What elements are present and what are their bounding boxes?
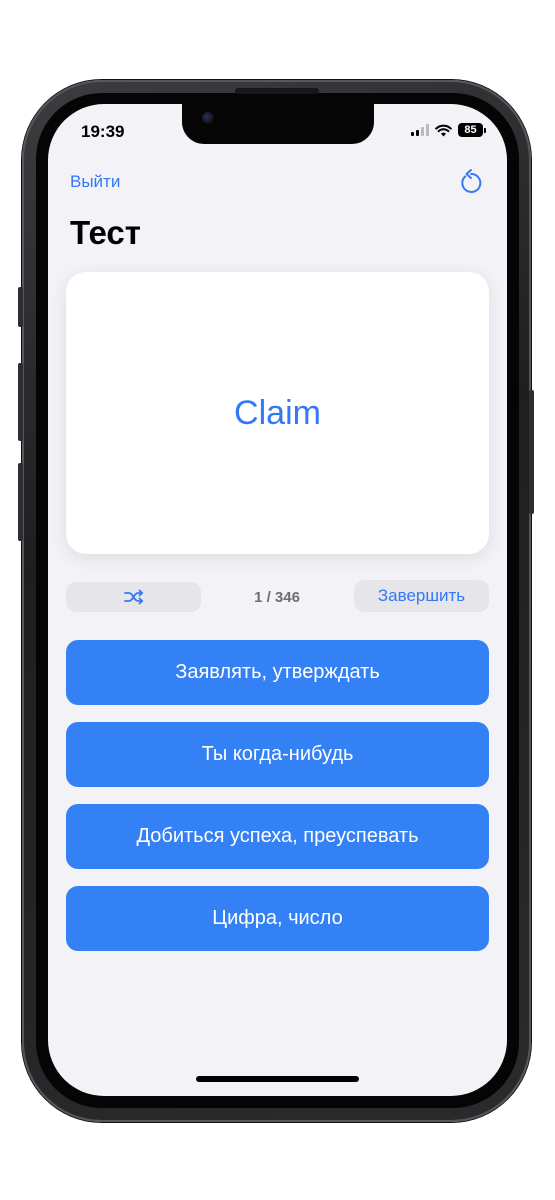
screen: 19:39 85 Выйти Тест Claim 1 / 346 Заверш… bbox=[48, 104, 507, 1096]
earpiece-speaker bbox=[235, 88, 319, 94]
card-word: Claim bbox=[234, 393, 321, 432]
flash-card[interactable]: Claim bbox=[66, 272, 489, 554]
status-time: 19:39 bbox=[81, 122, 125, 141]
shuffle-icon bbox=[123, 589, 143, 605]
exit-button[interactable]: Выйти bbox=[70, 172, 120, 192]
battery-icon: 85 bbox=[458, 123, 486, 137]
answer-option-1[interactable]: Заявлять, утверждать bbox=[66, 640, 489, 705]
wifi-icon bbox=[435, 124, 452, 136]
mute-switch bbox=[18, 287, 23, 327]
answer-option-3[interactable]: Добиться успеха, преуспевать bbox=[66, 804, 489, 869]
volume-up-button bbox=[18, 363, 23, 441]
volume-down-button bbox=[18, 463, 23, 541]
cellular-signal-icon bbox=[411, 124, 429, 136]
answer-option-4[interactable]: Цифра, число bbox=[66, 886, 489, 951]
status-icons: 85 bbox=[411, 123, 486, 137]
power-button bbox=[529, 390, 534, 514]
home-indicator[interactable] bbox=[196, 1076, 359, 1082]
device-stage: 19:39 85 Выйти Тест Claim 1 / 346 Заверш… bbox=[0, 0, 555, 1200]
progress-counter: 1 / 346 bbox=[254, 589, 300, 606]
shuffle-button[interactable] bbox=[66, 582, 201, 612]
notch bbox=[182, 104, 374, 144]
finish-button[interactable]: Завершить bbox=[354, 580, 489, 612]
answer-list: Заявлять, утверждать Ты когда-нибудь Доб… bbox=[66, 640, 489, 968]
page-title: Тест bbox=[70, 214, 141, 251]
front-camera bbox=[202, 112, 214, 124]
reset-icon[interactable] bbox=[457, 168, 485, 196]
answer-option-2[interactable]: Ты когда-нибудь bbox=[66, 722, 489, 787]
